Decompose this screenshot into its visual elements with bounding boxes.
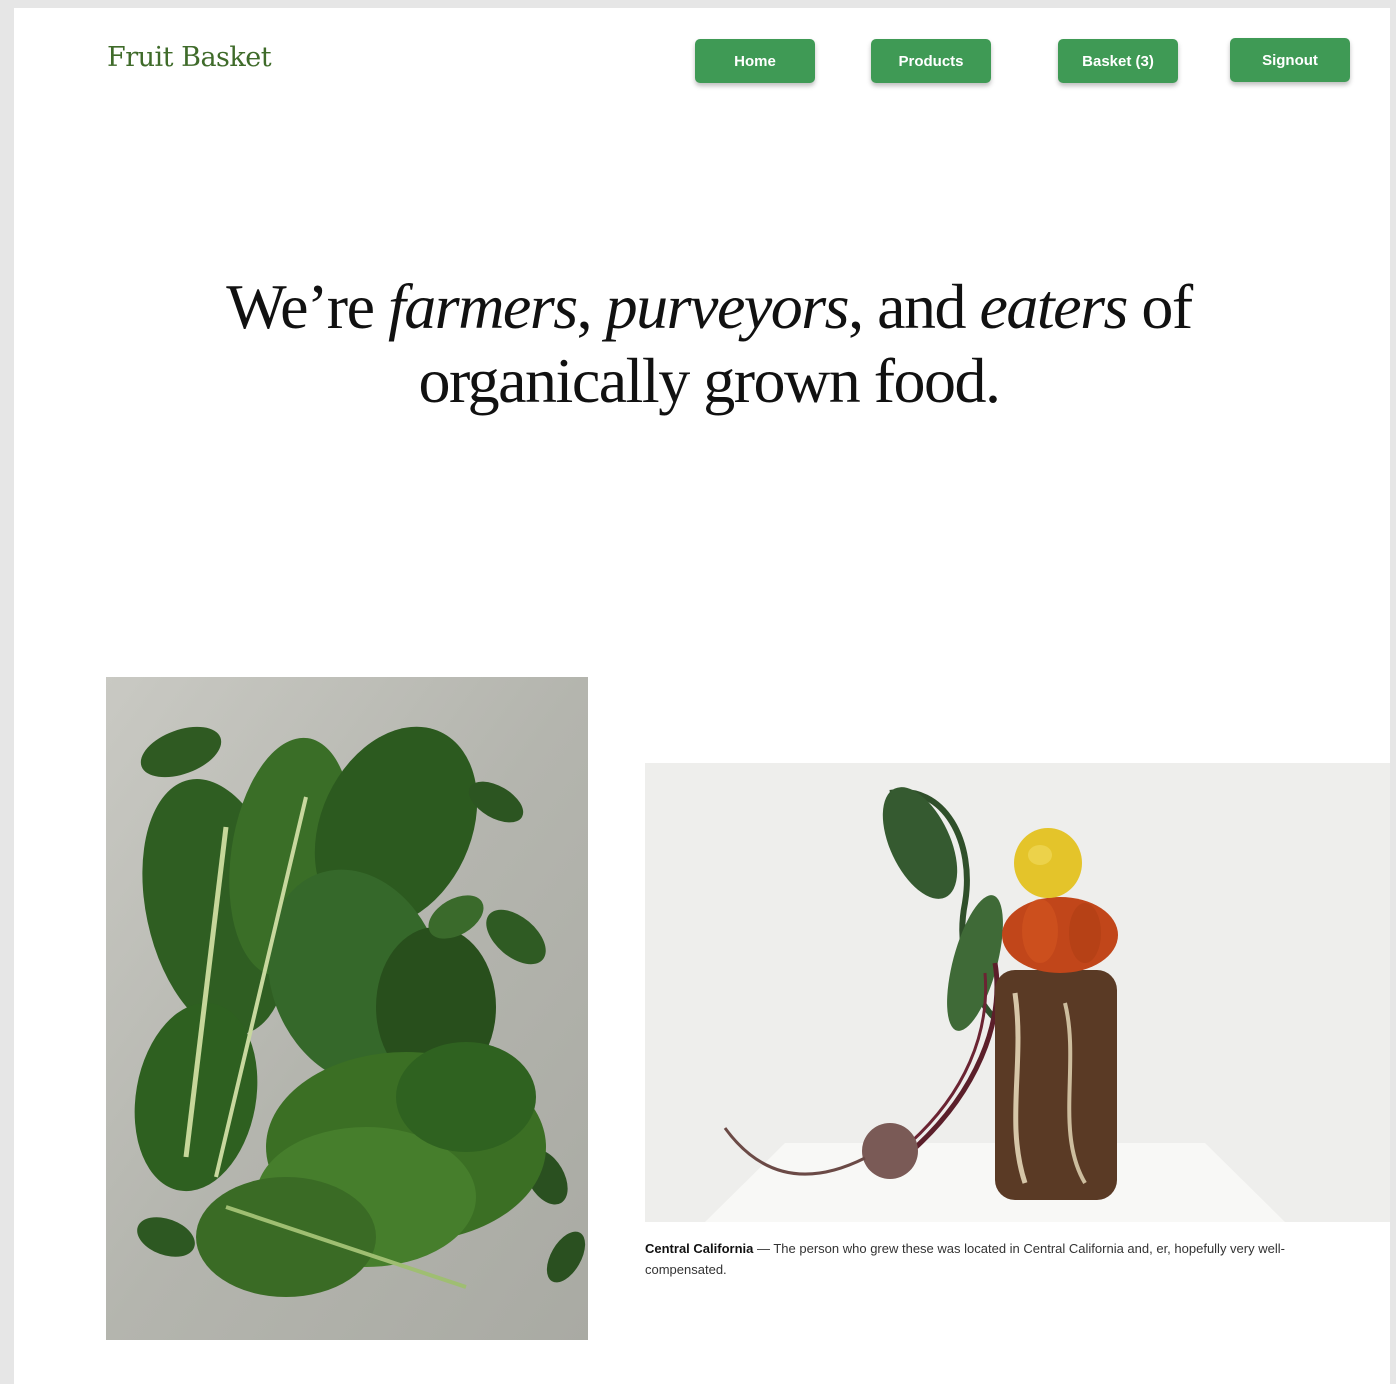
hero-text-3: , and — [848, 271, 980, 342]
page: Fruit Basket Home Products Basket (3) Si… — [14, 8, 1390, 1384]
nav-products-button[interactable]: Products — [871, 39, 991, 83]
caption-title: Central California — [645, 1241, 754, 1256]
nav-signout-button[interactable]: Signout — [1230, 38, 1350, 82]
hero-em-purveyors: purveyors — [605, 271, 850, 342]
greens-photo — [106, 677, 588, 1340]
hero-em-farmers: farmers — [388, 271, 578, 342]
hero-text-2: , — [576, 271, 606, 342]
nav-basket-button[interactable]: Basket (3) — [1058, 39, 1178, 83]
hero-text-1: We’re — [226, 271, 389, 342]
photo-caption: Central California — The person who grew… — [645, 1238, 1345, 1280]
still-life-photo — [645, 763, 1390, 1222]
nav-home-button[interactable]: Home — [695, 39, 815, 83]
hero-em-eaters: eaters — [979, 271, 1128, 342]
brand-logo[interactable]: Fruit Basket — [107, 42, 272, 73]
caption-separator: — — [753, 1241, 774, 1256]
hero-heading: We’re farmers, purveyors, and eaters of … — [154, 270, 1264, 418]
